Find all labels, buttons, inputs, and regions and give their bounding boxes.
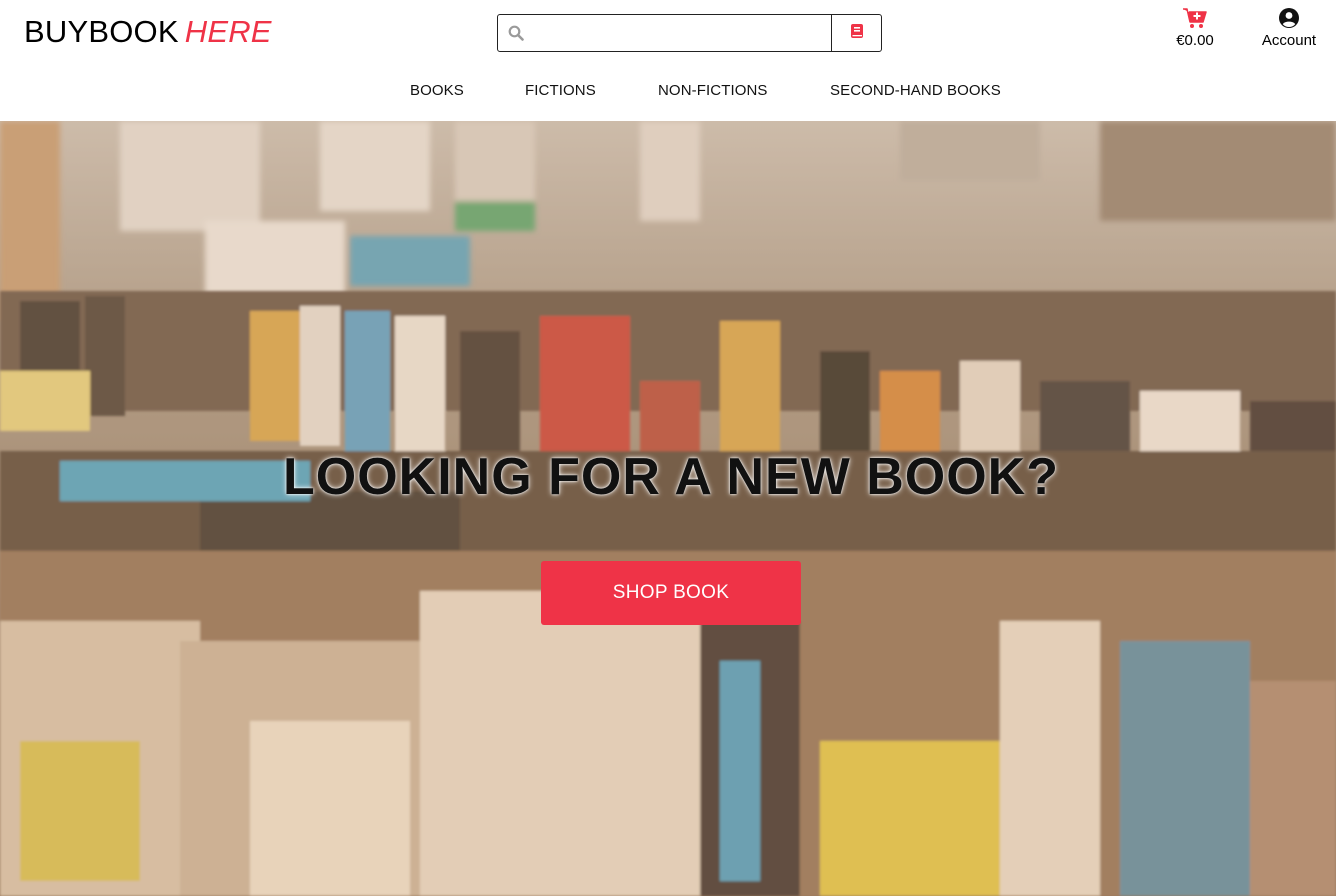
user-circle-icon: [1254, 6, 1324, 30]
account-link[interactable]: Account: [1254, 6, 1324, 49]
nav-item-books[interactable]: BOOKS: [410, 82, 464, 99]
hero-overlay: [0, 121, 1336, 896]
nav-item-non-fictions[interactable]: NON-FICTIONS: [658, 82, 768, 99]
search-icon: [498, 15, 534, 51]
search-submit-button[interactable]: [831, 15, 881, 51]
cart-link[interactable]: €0.00: [1170, 6, 1220, 49]
main-nav: BOOKS FICTIONS NON-FICTIONS SECOND-HAND …: [0, 82, 1336, 104]
book-icon: [850, 23, 864, 44]
brand-name: BUYBOOK: [24, 14, 179, 49]
brand-logo[interactable]: BUYBOOK HERE: [24, 14, 272, 50]
hero-banner: LOOKING FOR A NEW BOOK? SHOP BOOK: [0, 121, 1336, 896]
search-bar: [497, 14, 882, 52]
cart-plus-icon: [1170, 6, 1220, 30]
search-input[interactable]: [534, 15, 831, 51]
hero-title: LOOKING FOR A NEW BOOK?: [283, 448, 1059, 506]
cart-total: €0.00: [1176, 32, 1214, 49]
account-label: Account: [1261, 32, 1317, 49]
brand-accent: HERE: [184, 14, 272, 49]
shop-book-button[interactable]: SHOP BOOK: [541, 561, 801, 625]
nav-item-second-hand-books[interactable]: SECOND-HAND BOOKS: [830, 82, 1001, 99]
nav-item-fictions[interactable]: FICTIONS: [525, 82, 596, 99]
site-header: BUYBOOK HERE €0.00 Account BOOKS FICTIONS…: [0, 0, 1336, 121]
